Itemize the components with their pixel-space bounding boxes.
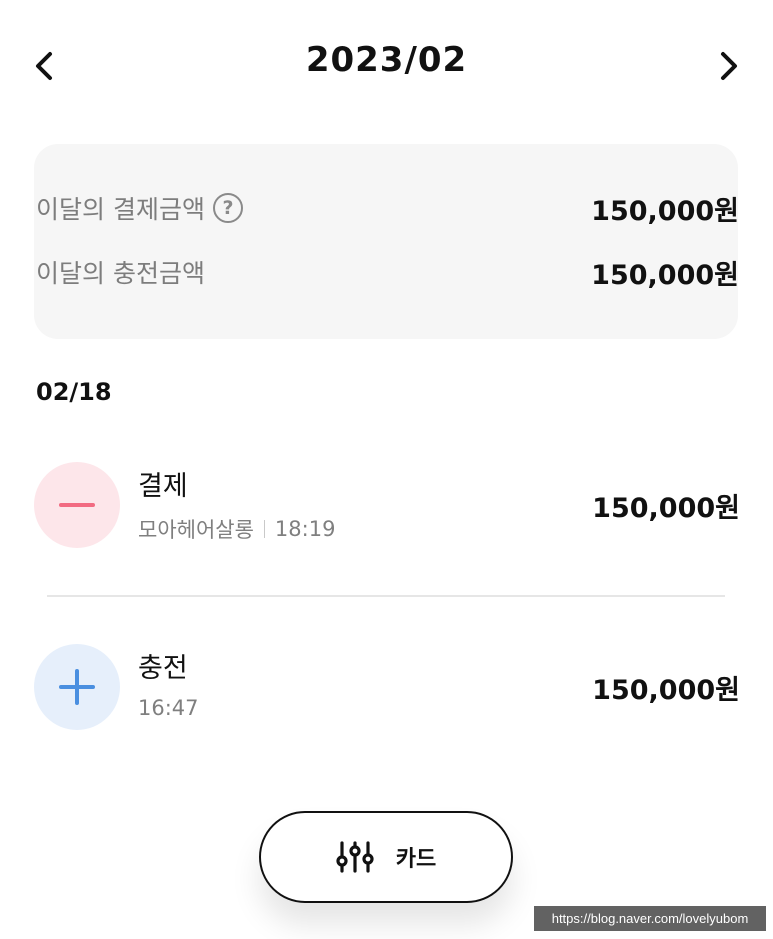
meta-separator [263,520,265,538]
transaction-type-label: 결제 [138,471,188,502]
question-circle-icon[interactable]: ? [212,193,243,223]
transaction-item-payment[interactable]: 결제 모아헤어살롱 18:19 150,000원 [34,460,740,550]
payment-icon-circle [34,462,120,548]
transaction-time: 16:47 [138,696,199,720]
payment-summary-value: 150,000원 [591,195,739,227]
payment-summary-label-group: 이달의 결제금액 ? [36,190,243,226]
plus-icon [59,669,95,705]
transaction-item-charge[interactable]: 충전 16:47 150,000원 [34,642,740,732]
transaction-meta: 16:47 [138,696,199,720]
transaction-amount: 150,000원 [592,493,740,524]
screen: 2023/02 이달의 결제금액 ? 150,000원 이달의 충전금액 150… [0,0,773,939]
transaction-time: 18:19 [274,517,336,541]
charge-icon-circle [34,644,120,730]
month-title: 2023/02 [305,40,468,80]
merchant-name: 모아헤어살롱 [138,518,254,542]
watermark: https://blog.naver.com/lovelyubom [534,906,766,931]
payment-summary-row: 이달의 결제금액 ? 150,000원 [36,188,739,228]
charge-summary-row: 이달의 충전금액 150,000원 [36,252,739,292]
card-filter-label: 카드 [395,847,437,872]
payment-summary-label: 이달의 결제금액 [36,195,205,224]
monthly-summary-card [34,144,738,339]
transaction-amount: 150,000원 [592,675,740,706]
next-month-button[interactable] [709,44,749,88]
sliders-icon [336,841,374,873]
charge-summary-value: 150,000원 [591,259,739,291]
charge-summary-label: 이달의 충전금액 [36,259,205,288]
transaction-type-label: 충전 [138,653,188,684]
month-header: 2023/02 [0,0,773,130]
card-filter-button[interactable]: 카드 [259,811,513,903]
transaction-date-header: 02/18 [36,378,112,406]
chevron-right-icon [721,52,737,80]
minus-icon [59,503,95,507]
list-divider [47,595,725,597]
transaction-meta: 모아헤어살롱 18:19 [138,514,335,544]
